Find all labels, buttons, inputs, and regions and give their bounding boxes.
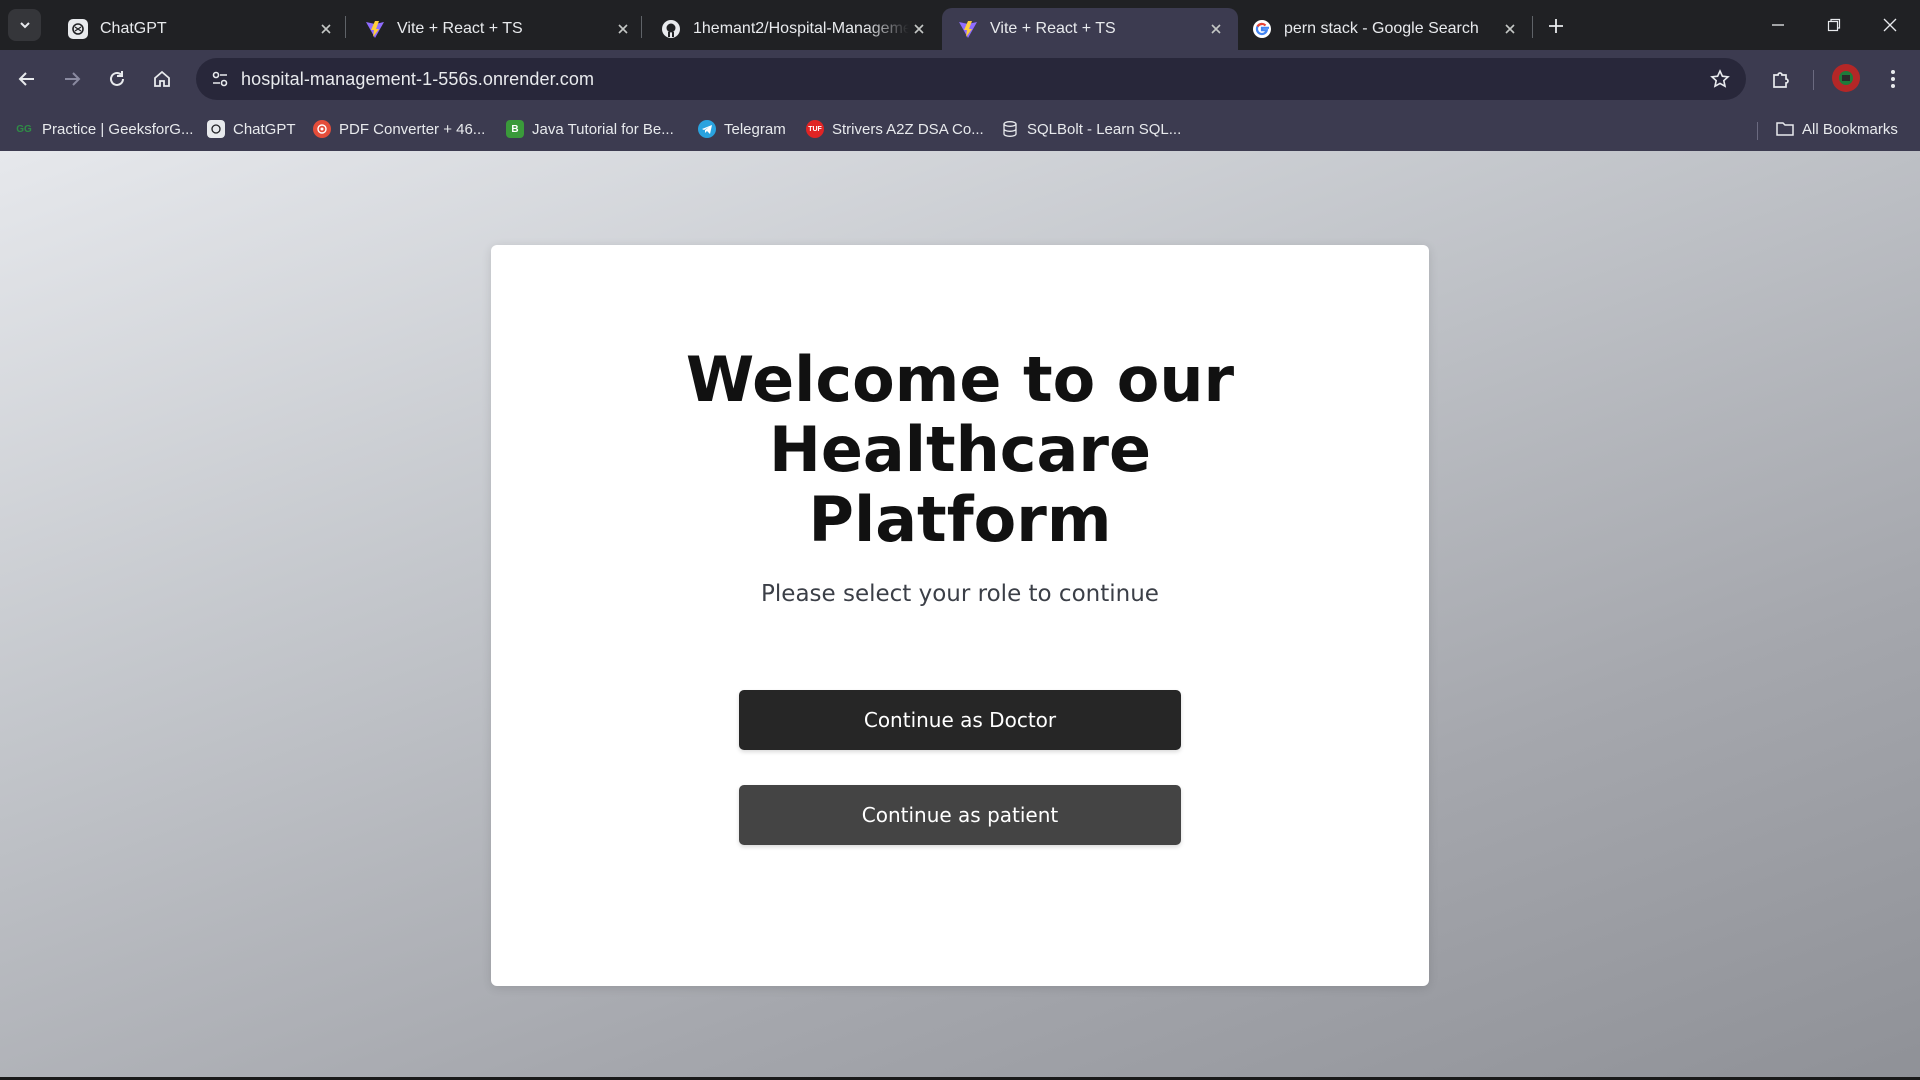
page-title: Welcome to our Healthcare Platform xyxy=(491,345,1429,555)
bookmark-label: PDF Converter + 46... xyxy=(339,120,486,138)
bookmark-pdf-converter[interactable]: PDF Converter + 46... xyxy=(313,114,485,144)
toolbar-divider xyxy=(1813,70,1814,90)
tab-title: ChatGPT xyxy=(100,20,167,37)
bookmark-geeksforgeeks[interactable]: GG Practice | GeeksforG... xyxy=(14,114,193,144)
vite-icon xyxy=(958,19,978,39)
title-line-3: Platform xyxy=(808,483,1112,556)
plus-icon xyxy=(1549,19,1563,33)
bookmark-label: Practice | GeeksforG... xyxy=(42,120,194,138)
reload-button[interactable] xyxy=(100,62,134,96)
bookmark-label: SQLBolt - Learn SQL... xyxy=(1027,120,1182,138)
browser-toolbar: hospital-management-1-556s.onrender.com xyxy=(0,50,1920,108)
profile-avatar[interactable] xyxy=(1832,64,1860,92)
gfg-icon: GG xyxy=(16,123,32,135)
all-bookmarks-button[interactable]: All Bookmarks xyxy=(1776,114,1898,144)
minimize-button[interactable] xyxy=(1750,0,1806,50)
tab-title: Vite + React + TS xyxy=(397,20,523,37)
github-icon xyxy=(661,19,681,39)
tab-strip: ChatGPT Vite + React + TS 1hemant2/Hospi… xyxy=(0,0,1920,50)
restore-button[interactable] xyxy=(1806,0,1862,50)
role-selection-card: Welcome to our Healthcare Platform Pleas… xyxy=(491,245,1429,986)
more-vertical-icon xyxy=(1891,70,1895,88)
close-icon xyxy=(1883,18,1897,32)
reload-icon xyxy=(110,71,124,86)
back-button[interactable] xyxy=(10,62,44,96)
chatgpt-icon xyxy=(207,120,225,138)
home-icon xyxy=(154,70,170,87)
tab-vite-active[interactable]: Vite + React + TS xyxy=(942,8,1238,50)
tab-separator xyxy=(1532,16,1533,38)
page-subtitle: Please select your role to continue xyxy=(761,581,1159,607)
telegram-icon xyxy=(698,120,716,138)
avatar-icon xyxy=(1839,71,1853,85)
tab-vite-1[interactable]: Vite + React + TS xyxy=(349,8,645,50)
arrow-right-icon xyxy=(65,72,81,86)
new-tab-button[interactable] xyxy=(1541,11,1571,41)
bookmark-label: Strivers A2Z DSA Co... xyxy=(832,120,984,138)
close-icon[interactable] xyxy=(316,19,336,39)
bookmark-java-tutorial[interactable]: B Java Tutorial for Be... xyxy=(506,114,674,144)
tab-search-button[interactable] xyxy=(8,9,41,41)
forward-button[interactable] xyxy=(55,62,89,96)
chevron-down-icon xyxy=(19,22,30,29)
bookmark-label: Java Tutorial for Be... xyxy=(532,120,674,138)
bookmark-telegram[interactable]: Telegram xyxy=(698,114,786,144)
url-text[interactable]: hospital-management-1-556s.onrender.com xyxy=(241,69,594,90)
bookmark-label: ChatGPT xyxy=(233,120,296,138)
vite-icon xyxy=(365,19,385,39)
restore-icon xyxy=(1827,18,1841,32)
minimize-icon xyxy=(1772,24,1784,26)
bookmark-sqlbolt[interactable]: SQLBolt - Learn SQL... xyxy=(1001,114,1181,144)
continue-as-doctor-button[interactable]: Continue as Doctor xyxy=(739,690,1181,750)
site-info-icon[interactable] xyxy=(204,63,236,95)
google-icon xyxy=(1252,19,1272,39)
tab-title: Vite + React + TS xyxy=(990,20,1116,37)
close-icon[interactable] xyxy=(613,19,633,39)
browser-menu-button[interactable] xyxy=(1876,62,1910,96)
close-icon[interactable] xyxy=(1206,19,1226,39)
tab-separator xyxy=(641,16,642,38)
close-icon[interactable] xyxy=(909,19,929,39)
bookmark-chatgpt[interactable]: ChatGPT xyxy=(207,114,296,144)
tab-github[interactable]: 1hemant2/Hospital-Manageme xyxy=(645,8,941,50)
close-window-button[interactable] xyxy=(1862,0,1918,50)
tab-title: 1hemant2/Hospital-Manageme xyxy=(693,20,909,37)
chatgpt-icon xyxy=(68,19,88,39)
bookmark-strivers[interactable]: TUF Strivers A2Z DSA Co... xyxy=(806,114,984,144)
folder-icon xyxy=(1776,120,1794,138)
address-bar[interactable]: hospital-management-1-556s.onrender.com xyxy=(196,58,1746,100)
tab-title: pern stack - Google Search xyxy=(1284,20,1479,37)
bookmarks-divider xyxy=(1757,122,1758,140)
bookmark-label: Telegram xyxy=(724,120,786,138)
database-icon xyxy=(1001,120,1019,138)
title-line-2: Healthcare xyxy=(768,413,1152,486)
title-line-1: Welcome to our xyxy=(685,343,1235,416)
all-bookmarks-label: All Bookmarks xyxy=(1802,120,1898,138)
bookmark-star-icon[interactable] xyxy=(1704,63,1736,95)
tab-separator xyxy=(345,16,346,38)
java-icon: B xyxy=(506,120,524,138)
pdf-icon xyxy=(313,120,331,138)
extensions-button[interactable] xyxy=(1764,62,1798,96)
home-button[interactable] xyxy=(145,62,179,96)
puzzle-icon xyxy=(1773,72,1789,88)
arrow-left-icon xyxy=(18,72,34,86)
close-icon[interactable] xyxy=(1500,19,1520,39)
tuf-icon: TUF xyxy=(806,120,824,138)
tab-google-search[interactable]: pern stack - Google Search xyxy=(1236,8,1532,50)
continue-as-patient-button[interactable]: Continue as patient xyxy=(739,785,1181,845)
bookmarks-bar: GG Practice | GeeksforG... ChatGPT PDF C… xyxy=(0,108,1920,151)
tab-chatgpt[interactable]: ChatGPT xyxy=(52,8,348,50)
page-viewport: Welcome to our Healthcare Platform Pleas… xyxy=(0,151,1920,1080)
